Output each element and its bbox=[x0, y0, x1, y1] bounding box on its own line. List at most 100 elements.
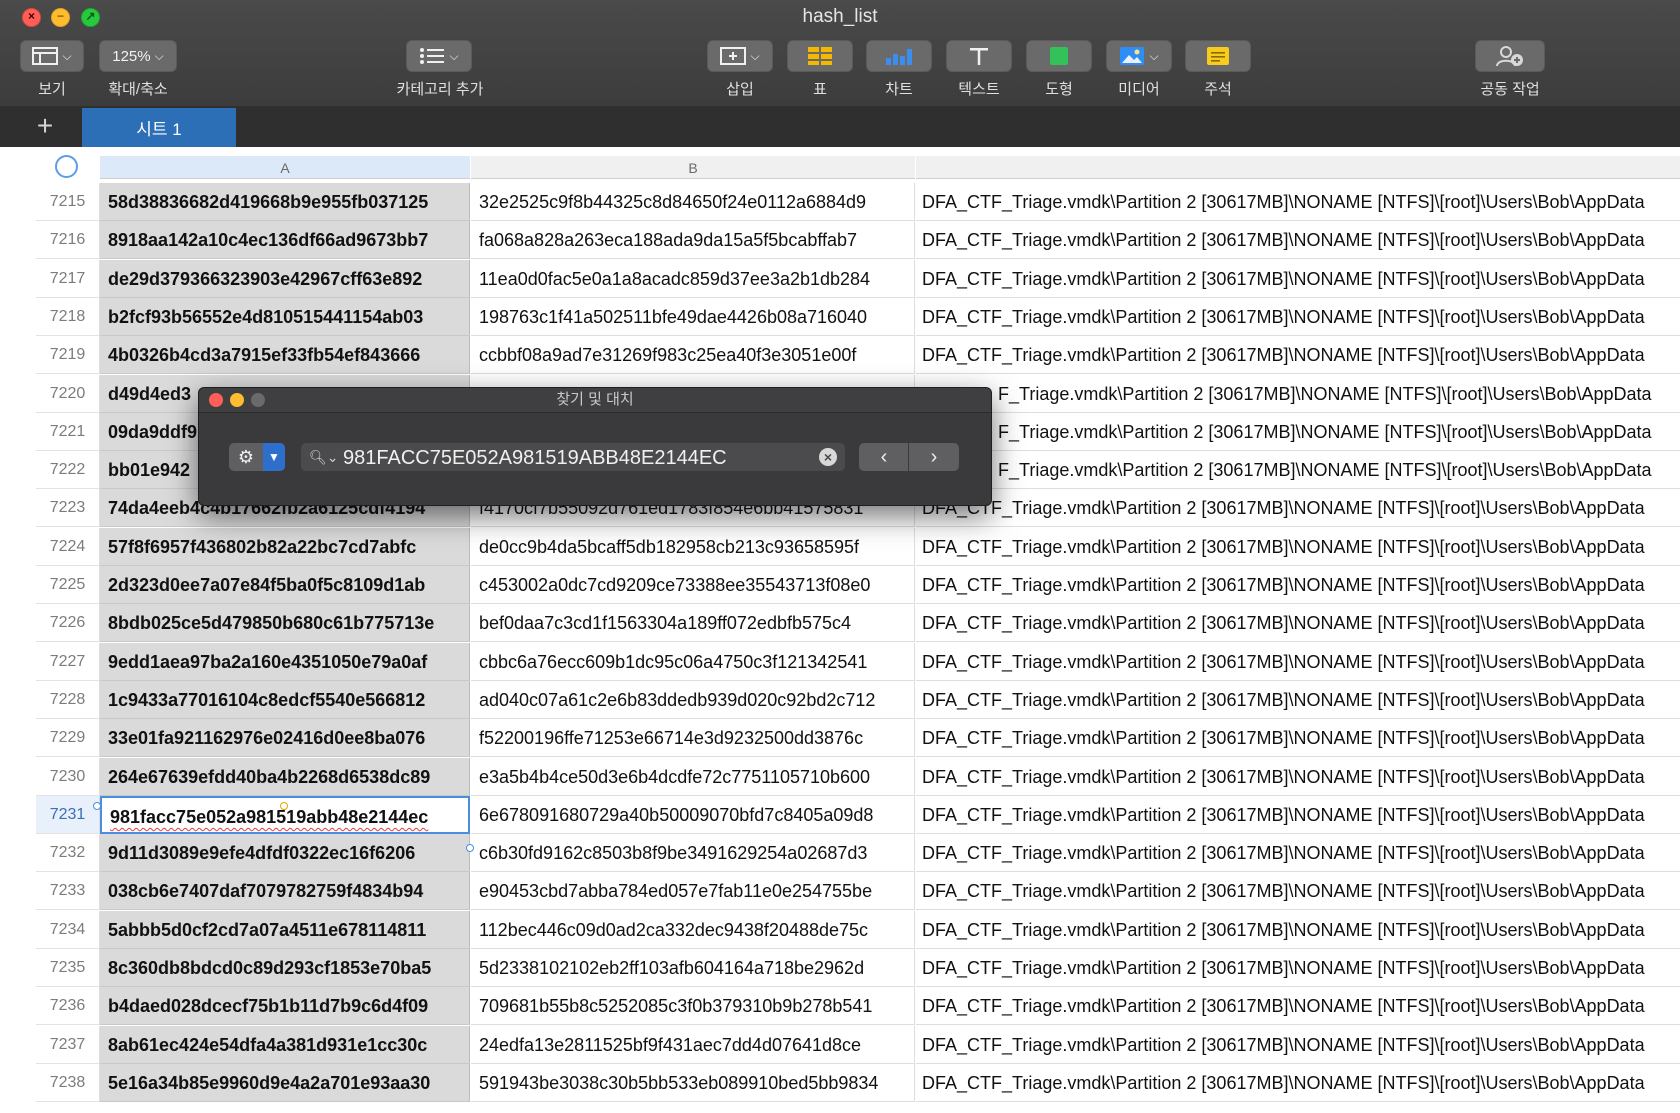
find-dialog-close-button[interactable] bbox=[209, 393, 223, 407]
find-search-field[interactable]: 🔍︎⌄ × bbox=[301, 443, 845, 472]
cell-column-c[interactable]: DFA_CTF_Triage.vmdk\Partition 2 [30617MB… bbox=[916, 719, 1680, 758]
row-number[interactable]: 7237 bbox=[36, 1025, 100, 1064]
find-dialog-minimize-button[interactable] bbox=[230, 393, 244, 407]
add-category-button[interactable]: ⌵ bbox=[406, 40, 472, 72]
cell-column-b[interactable]: 709681b55b8c5252085c3f0b379310b9b278b541 bbox=[471, 987, 915, 1026]
cell-column-b[interactable]: f52200196ffe71253e66714e3d9232500dd3876c bbox=[471, 719, 915, 758]
row-number[interactable]: 7236 bbox=[36, 987, 100, 1026]
cell-column-b[interactable]: 24edfa13e2811525bf9f431aec7dd4d07641d8ce bbox=[471, 1025, 915, 1064]
cell-column-b[interactable]: 32e2525c9f8b44325c8d84650f24e0112a6884d9 bbox=[471, 183, 915, 221]
cell-column-c[interactable]: DFA_CTF_Triage.vmdk\Partition 2 [30617MB… bbox=[916, 872, 1680, 911]
cell-column-c[interactable]: DFA_CTF_Triage.vmdk\Partition 2 [30617MB… bbox=[916, 566, 1680, 604]
find-search-input[interactable] bbox=[341, 444, 815, 472]
row-number[interactable]: 7234 bbox=[36, 910, 100, 949]
find-next-button[interactable]: › bbox=[909, 443, 959, 471]
row-number[interactable]: 7230 bbox=[36, 757, 100, 796]
cell-column-a[interactable]: 8918aa142a10c4ec136df66ad9673bb7 bbox=[100, 221, 470, 260]
row-number[interactable]: 7231 bbox=[36, 795, 100, 834]
cell-column-b[interactable]: 198763c1f41a502511bfe49dae4426b08a716040 bbox=[471, 297, 915, 336]
row-number[interactable]: 7223 bbox=[36, 489, 100, 528]
row-number[interactable]: 7228 bbox=[36, 680, 100, 719]
cell-column-a[interactable]: 1c9433a77016104c8edcf5540e566812 bbox=[100, 680, 470, 719]
cell-column-a[interactable]: 57f8f6957f436802b82a22bc7cd7abfc bbox=[100, 527, 470, 566]
cell-column-b[interactable]: cbbc6a76ecc609b1dc95c06a4750c3f121342541 bbox=[471, 642, 915, 681]
row-number[interactable]: 7217 bbox=[36, 259, 100, 298]
cell-column-a[interactable]: 8ab61ec424e54dfa4a381d931e1cc30c bbox=[100, 1025, 470, 1064]
row-number[interactable]: 7235 bbox=[36, 949, 100, 987]
cell-column-a[interactable]: 8bdb025ce5d479850b680c61b775713e bbox=[100, 604, 470, 643]
selection-handle-bottom-right[interactable] bbox=[466, 844, 474, 852]
cell-column-c[interactable]: DFA_CTF_Triage.vmdk\Partition 2 [30617MB… bbox=[916, 987, 1680, 1026]
insert-button[interactable]: ⌵ bbox=[707, 40, 773, 72]
cell-column-b[interactable]: ad040c07a61c2e6b83ddedb939d020c92bd2c712 bbox=[471, 680, 915, 719]
cell-column-b[interactable]: 591943be3038c30b5bb533eb089910bed5bb9834 bbox=[471, 1063, 915, 1102]
tab-sheet-1[interactable]: 시트 1 bbox=[82, 108, 236, 147]
cell-column-a[interactable]: b4daed028dcecf75b1b11d7b9c6d4f09 bbox=[100, 987, 470, 1026]
comment-button[interactable] bbox=[1185, 40, 1251, 72]
find-options-button[interactable]: ⚙ ▼ bbox=[229, 443, 285, 471]
cell-column-c[interactable]: DFA_CTF_Triage.vmdk\Partition 2 [30617MB… bbox=[916, 1064, 1680, 1102]
text-button[interactable] bbox=[946, 40, 1012, 72]
clear-search-button[interactable]: × bbox=[819, 448, 837, 466]
shape-button[interactable] bbox=[1026, 40, 1092, 72]
cell-column-b[interactable]: 11ea0d0fac5e0a1a8acadc859d37ee3a2b1db284 bbox=[471, 259, 915, 298]
row-number[interactable]: 7221 bbox=[36, 412, 100, 451]
row-number[interactable]: 7224 bbox=[36, 527, 100, 566]
cell-column-c[interactable]: DFA_CTF_Triage.vmdk\Partition 2 [30617MB… bbox=[916, 1026, 1680, 1064]
column-header-c[interactable] bbox=[916, 156, 1680, 179]
cell-column-a[interactable]: 2d323d0ee7a07e84f5ba0f5c8109d1ab bbox=[100, 566, 470, 604]
cell-column-c[interactable]: DFA_CTF_Triage.vmdk\Partition 2 [30617MB… bbox=[916, 489, 1680, 528]
row-number[interactable]: 7227 bbox=[36, 642, 100, 681]
cell-column-c[interactable]: DFA_CTF_Triage.vmdk\Partition 2 [30617MB… bbox=[916, 949, 1680, 987]
cell-column-c[interactable]: F_Triage.vmdk\Partition 2 [30617MB]\NONA… bbox=[916, 375, 1680, 413]
column-header-a[interactable]: A bbox=[100, 156, 470, 179]
collaborate-button[interactable] bbox=[1475, 40, 1545, 72]
cell-column-b[interactable]: e90453cbd7abba784ed057e7fab11e0e254755be bbox=[471, 872, 915, 911]
cell-column-c[interactable]: DFA_CTF_Triage.vmdk\Partition 2 [30617MB… bbox=[916, 604, 1680, 643]
cell-column-a[interactable]: de29d379366323903e42967cff63e892 bbox=[100, 259, 470, 298]
cell-column-a[interactable]: 5abbb5d0cf2cd7a07a4511e678114811 bbox=[100, 910, 470, 949]
cell-column-a[interactable]: 9d11d3089e9efe4dfdf0322ec16f6206 bbox=[100, 834, 470, 873]
cell-column-c[interactable]: DFA_CTF_Triage.vmdk\Partition 2 [30617MB… bbox=[916, 911, 1680, 949]
cell-column-a[interactable]: 33e01fa921162976e02416d0ee8ba076 bbox=[100, 719, 470, 758]
cell-column-b[interactable]: e3a5b4b4ce50d3e6b4dcdfe72c7751105710b600 bbox=[471, 757, 915, 796]
table-button[interactable] bbox=[787, 40, 853, 72]
cell-column-c[interactable]: DFA_CTF_Triage.vmdk\Partition 2 [30617MB… bbox=[916, 298, 1680, 336]
cell-column-c[interactable]: DFA_CTF_Triage.vmdk\Partition 2 [30617MB… bbox=[916, 221, 1680, 260]
cell-column-a[interactable]: b2fcf93b56552e4d810515441154ab03 bbox=[100, 297, 470, 336]
selection-handle-top-left[interactable] bbox=[93, 802, 101, 810]
cell-column-a[interactable]: 4b0326b4cd3a7915ef33fb54ef843666 bbox=[100, 336, 470, 375]
cell-column-c[interactable]: DFA_CTF_Triage.vmdk\Partition 2 [30617MB… bbox=[916, 681, 1680, 719]
cell-column-a[interactable]: 038cb6e7407daf7079782759f4834b94 bbox=[100, 872, 470, 911]
cell-column-b[interactable]: 6e678091680729a40b50009070bfd7c8405a09d8 bbox=[471, 795, 915, 834]
chart-button[interactable] bbox=[866, 40, 932, 72]
cell-column-b[interactable]: fa068a828a263eca188ada9da15a5f5bcabffab7 bbox=[471, 221, 915, 260]
cell-column-c[interactable]: DFA_CTF_Triage.vmdk\Partition 2 [30617MB… bbox=[916, 528, 1680, 566]
selection-handle-top[interactable] bbox=[280, 802, 288, 810]
row-number[interactable]: 7233 bbox=[36, 872, 100, 911]
cell-column-b[interactable]: de0cc9b4da5bcaff5db182958cb213c93658595f bbox=[471, 527, 915, 566]
cell-column-c[interactable]: DFA_CTF_Triage.vmdk\Partition 2 [30617MB… bbox=[916, 834, 1680, 873]
add-sheet-button[interactable]: + bbox=[28, 112, 62, 142]
cell-column-c[interactable]: DFA_CTF_Triage.vmdk\Partition 2 [30617MB… bbox=[916, 183, 1680, 221]
media-button[interactable]: ⌵ bbox=[1106, 40, 1172, 72]
row-number[interactable]: 7226 bbox=[36, 604, 100, 643]
cell-column-b[interactable]: 112bec446c09d0ad2ca332dec9438f20488de75c bbox=[471, 910, 915, 949]
cell-column-b[interactable]: ccbbf08a9ad7e31269f983c25ea40f3e3051e00f bbox=[471, 336, 915, 375]
cell-column-a[interactable]: 5e16a34b85e9960d9e4a2a701e93aa30 bbox=[100, 1063, 470, 1102]
cell-column-a[interactable]: 264e67639efdd40ba4b2268d6538dc89 bbox=[100, 757, 470, 796]
row-number[interactable]: 7215 bbox=[36, 183, 100, 221]
find-previous-button[interactable]: ‹ bbox=[859, 443, 909, 471]
cell-column-c[interactable]: DFA_CTF_Triage.vmdk\Partition 2 [30617MB… bbox=[916, 336, 1680, 375]
cell-column-a[interactable]: 9edd1aea97ba2a160e4351050e79a0af bbox=[100, 642, 470, 681]
cell-column-b[interactable]: bef0daa7c3cd1f1563304a189ff072edbfb575c4 bbox=[471, 604, 915, 643]
spreadsheet-grid[interactable]: c2b0200e3b1b1b1b000b7000040000eb ba21000… bbox=[0, 147, 1680, 1113]
zoom-select[interactable]: 125% ⌵ bbox=[99, 40, 177, 72]
row-number[interactable]: 7216 bbox=[36, 221, 100, 260]
cell-column-b[interactable]: c453002a0dc7cd9209ce73388ee35543713f08e0 bbox=[471, 566, 915, 604]
cell-column-c[interactable]: DFA_CTF_Triage.vmdk\Partition 2 [30617MB… bbox=[916, 758, 1680, 796]
column-header-b[interactable]: B bbox=[471, 156, 915, 179]
row-number[interactable]: 7225 bbox=[36, 566, 100, 604]
row-number[interactable]: 7218 bbox=[36, 297, 100, 336]
view-button[interactable]: ⌵ bbox=[20, 40, 84, 72]
